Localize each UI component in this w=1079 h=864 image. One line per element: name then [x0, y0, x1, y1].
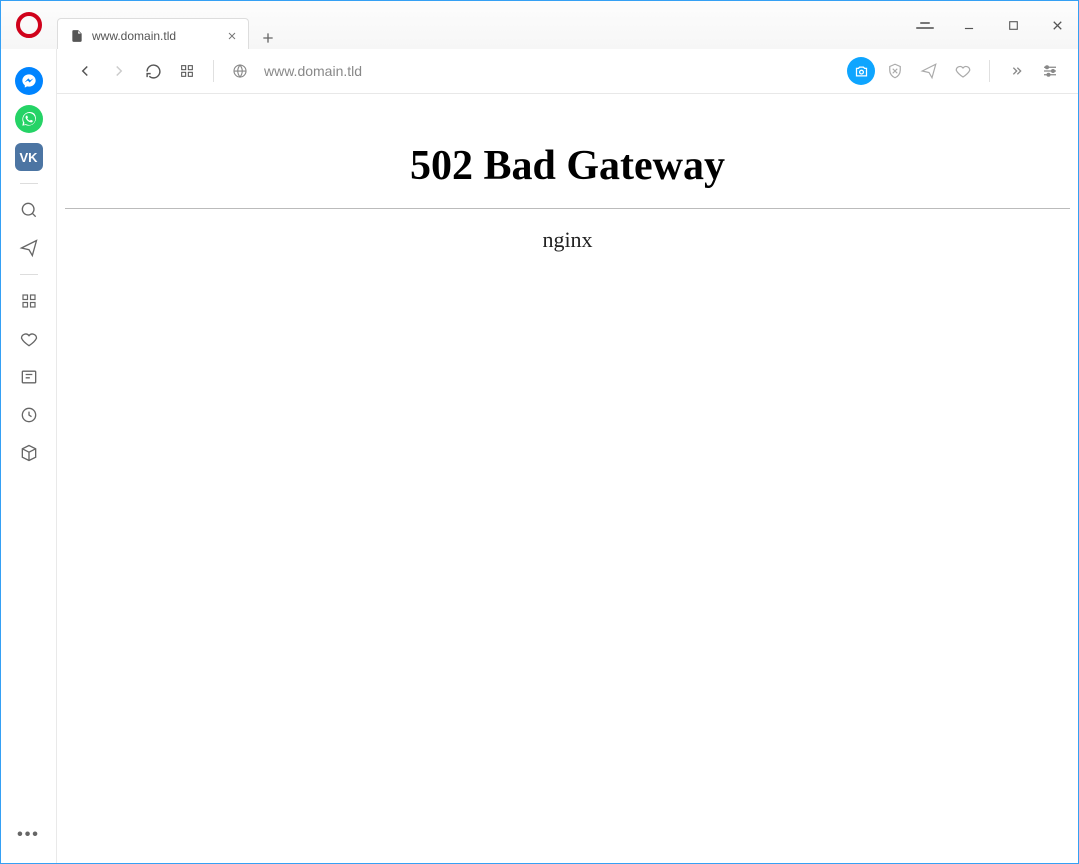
tab-title: www.domain.tld: [92, 29, 216, 43]
messenger-icon: [15, 67, 43, 95]
heart-outline-icon: [954, 62, 972, 80]
vk-icon: VK: [15, 143, 43, 171]
tab-close-button[interactable]: [224, 28, 240, 44]
divider: [65, 208, 1070, 209]
window-minimize-button[interactable]: [958, 14, 980, 36]
heart-icon: [19, 329, 39, 349]
more-icon: •••: [17, 826, 40, 844]
sidebar-instant-search[interactable]: [11, 230, 47, 266]
send-to-flow-button[interactable]: [915, 57, 943, 85]
sidebar-separator: [20, 274, 38, 275]
easy-setup-icon: [914, 14, 936, 36]
chevron-left-icon: [76, 62, 94, 80]
whatsapp-icon: [15, 105, 43, 133]
page-viewport[interactable]: 502 Bad Gateway nginx: [57, 94, 1078, 863]
sidebar-history[interactable]: [11, 397, 47, 433]
clock-icon: [19, 405, 39, 425]
globe-icon: [231, 62, 249, 80]
page-favicon-icon: [70, 29, 84, 43]
sidebar: VK: [1, 49, 57, 863]
reload-button[interactable]: [139, 57, 167, 85]
opera-logo-icon: [16, 12, 42, 38]
cube-icon: [19, 443, 39, 463]
titlebar: www.domain.tld: [1, 1, 1078, 50]
snapshot-button[interactable]: [847, 57, 875, 85]
sliders-icon: [1041, 62, 1059, 80]
error-page: 502 Bad Gateway nginx: [57, 94, 1078, 253]
sidebar-vk[interactable]: VK: [11, 139, 47, 175]
sidebar-news[interactable]: [11, 359, 47, 395]
browser-window: www.domain.tld: [0, 0, 1079, 864]
server-signature: nginx: [65, 227, 1070, 253]
chevron-right-icon: [110, 62, 128, 80]
opera-menu-button[interactable]: [1, 1, 57, 49]
address-bar: [57, 49, 1078, 94]
easy-setup-button[interactable]: [914, 14, 936, 36]
paper-plane-icon: [920, 62, 938, 80]
sidebar-whatsapp[interactable]: [11, 101, 47, 137]
tab-strip: www.domain.tld: [57, 0, 285, 53]
chevrons-right-icon: [1008, 63, 1024, 79]
window-maximize-button[interactable]: [1002, 14, 1024, 36]
sidebar-search[interactable]: [11, 192, 47, 228]
main-area: 502 Bad Gateway nginx: [57, 49, 1078, 863]
bookmark-page-button[interactable]: [949, 57, 977, 85]
nav-forward-button[interactable]: [105, 57, 133, 85]
site-info-button[interactable]: [226, 57, 254, 85]
sidebar-speed-dial[interactable]: [11, 283, 47, 319]
url-input[interactable]: [260, 57, 841, 85]
sidebar-bookmarks[interactable]: [11, 321, 47, 357]
extensions-overflow-button[interactable]: [1002, 57, 1030, 85]
adblock-button[interactable]: [881, 57, 909, 85]
sidebar-settings[interactable]: •••: [11, 817, 47, 853]
nav-back-button[interactable]: [71, 57, 99, 85]
sidebar-extensions[interactable]: [11, 435, 47, 471]
news-icon: [19, 367, 39, 387]
camera-icon: [854, 64, 869, 79]
grid-icon: [20, 292, 38, 310]
sidebar-separator: [20, 183, 38, 184]
error-heading: 502 Bad Gateway: [65, 142, 1070, 190]
window-close-button[interactable]: [1046, 14, 1068, 36]
start-page-button[interactable]: [173, 57, 201, 85]
search-icon: [19, 200, 39, 220]
shield-icon: [886, 62, 904, 80]
easy-setup-toolbar-button[interactable]: [1036, 57, 1064, 85]
grid-small-icon: [179, 63, 195, 79]
window-controls: [914, 1, 1078, 49]
send-icon: [19, 238, 39, 258]
browser-tab[interactable]: www.domain.tld: [57, 18, 249, 53]
reload-icon: [145, 63, 162, 80]
sidebar-messenger[interactable]: [11, 63, 47, 99]
